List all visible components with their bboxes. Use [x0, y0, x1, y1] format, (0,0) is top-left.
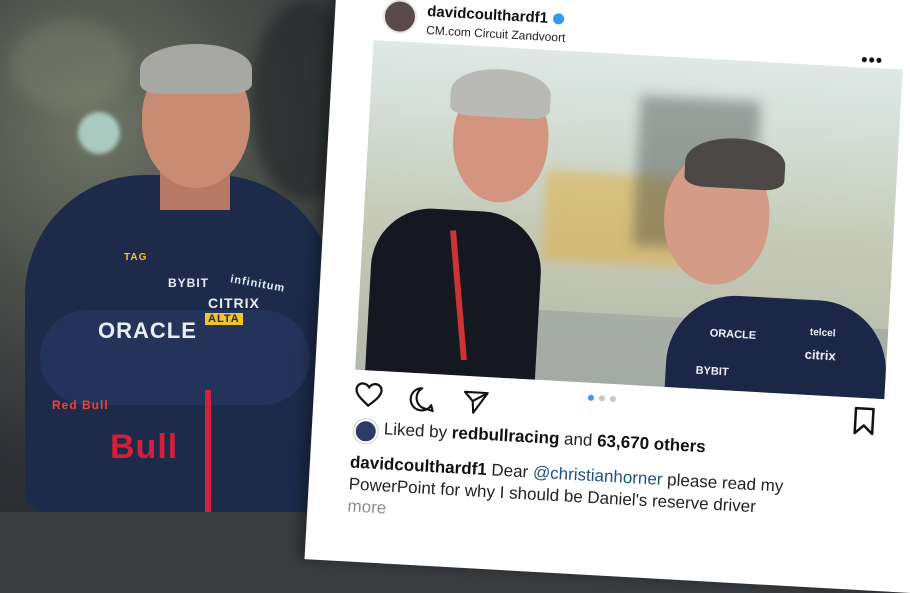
instagram-post-card: davidcoulthardf1 CM.com Circuit Zandvoor… — [304, 0, 910, 593]
carousel-dot-active[interactable] — [587, 394, 595, 401]
suit-sponsor-text: CITRIX — [208, 295, 260, 311]
send-icon[interactable] — [461, 388, 491, 418]
caption-text: Dear — [490, 460, 529, 482]
suit-sponsor-text: TAG — [124, 252, 148, 263]
likes-prefix: Liked by — [383, 419, 448, 442]
caption-more-link[interactable]: more — [347, 496, 387, 517]
likes-middle: and — [563, 429, 593, 450]
suit-sponsor-text: ORACLE — [98, 318, 197, 343]
post-caption: davidcoulthardf1 Dear @christianhorner p… — [347, 451, 870, 546]
suit-sponsor-text: Red Bull — [52, 398, 109, 412]
comment-icon[interactable] — [407, 385, 437, 415]
verified-badge-icon — [552, 13, 565, 25]
background-light — [78, 112, 120, 154]
person-right-hair — [683, 135, 787, 192]
bookmark-icon[interactable] — [850, 405, 878, 436]
carousel-dot[interactable] — [598, 395, 606, 402]
likes-count[interactable]: 63,670 others — [597, 431, 707, 456]
suit-sponsor-text: Bull — [110, 428, 179, 466]
shirt-sponsor-text: telcel — [809, 326, 836, 340]
likes-user[interactable]: redbullracing — [451, 423, 560, 448]
post-image[interactable]: ORACLE citrix BYBIT telcel — [355, 40, 903, 400]
person-left-hair — [449, 66, 553, 121]
carousel-dot[interactable] — [609, 395, 617, 403]
hair — [140, 44, 252, 94]
liked-by-avatar[interactable] — [353, 418, 379, 444]
suit-sponsor-text: ALTA — [205, 313, 243, 325]
suit-stripe — [205, 390, 211, 512]
shirt-sponsor-text: BYBIT — [695, 364, 729, 379]
likes-summary[interactable]: Liked by redbullracing and 63,670 others — [383, 419, 706, 457]
shirt-sponsor-text: citrix — [804, 346, 837, 364]
author-avatar[interactable] — [382, 0, 418, 35]
heart-icon[interactable] — [353, 380, 385, 410]
shirt-sponsor-text: ORACLE — [709, 327, 757, 342]
person-right-shirt — [663, 292, 890, 400]
background-blur — [10, 20, 130, 110]
suit-sponsor-text: BYBIT — [168, 276, 209, 290]
